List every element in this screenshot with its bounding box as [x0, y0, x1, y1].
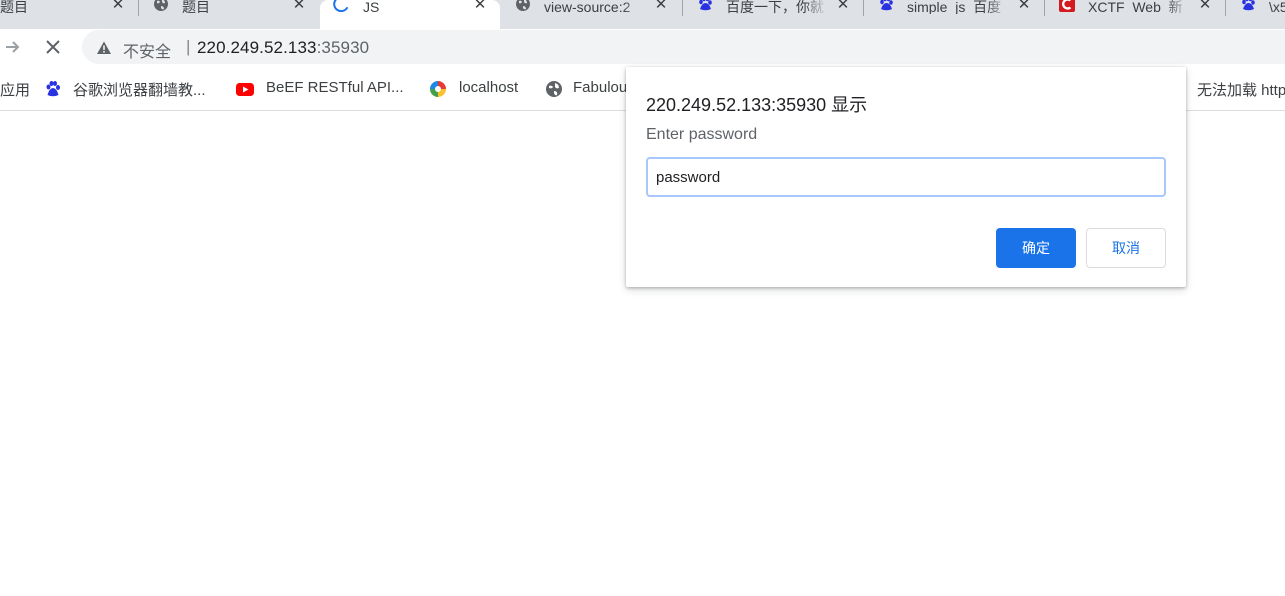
address-bar[interactable]: 不安全 | 220.249.52.133:35930 [82, 30, 1285, 64]
bookmark-label: 谷歌浏览器翻墙教... [73, 82, 206, 99]
bookmark-label: 应用 [0, 82, 31, 99]
close-icon [46, 40, 60, 54]
bookmark-label: localhost [459, 79, 519, 96]
tab-title: 题目 [182, 0, 210, 14]
close-tab-icon[interactable]: ✕ [653, 0, 669, 13]
tab-title-fade [1167, 0, 1189, 29]
dialog-title: 220.249.52.133:35930 显示 [646, 95, 868, 115]
close-tab-icon[interactable]: ✕ [1016, 0, 1032, 13]
baidu-paw-icon [880, 0, 893, 11]
tab-title-fade [805, 0, 827, 29]
tab-title-fade [623, 0, 645, 29]
tab-item[interactable]: 题目 ✕ [0, 0, 138, 29]
close-tab-icon[interactable]: ✕ [291, 0, 307, 13]
close-tab-icon[interactable]: ✕ [472, 0, 488, 13]
url-port: :35930 [316, 38, 370, 57]
bookmark-item[interactable]: Fabulou [545, 78, 628, 98]
bookmark-item[interactable]: BeEF RESTful API... [236, 78, 406, 98]
close-tab-icon[interactable]: ✕ [835, 0, 851, 13]
baidu-paw-icon [699, 0, 712, 11]
bookmark-apps[interactable]: 应用 [0, 78, 31, 99]
prompt-dialog: 220.249.52.133:35930 显示 Enter password 确… [626, 67, 1186, 287]
divider: | [186, 37, 191, 56]
browser-window: 题目 ✕ 题目 ✕ JS ✕ view-source:2 ✕ 百度一下，你就 ✕… [0, 0, 1285, 596]
globe-icon [516, 0, 530, 11]
ok-button[interactable]: 确定 [996, 228, 1076, 268]
stop-loading-button[interactable] [41, 35, 65, 59]
tab-title: JS [363, 0, 380, 14]
bookmark-label: Fabulou [573, 79, 628, 96]
bookmark-item[interactable]: 无法加载 http [1197, 78, 1285, 99]
tab-title: \x5 [1269, 0, 1285, 14]
tab-title: 题目 [0, 0, 28, 14]
tab-item[interactable]: 题目 ✕ [139, 0, 319, 29]
tab-item[interactable]: XCTF_Web_新 ✕ [1045, 0, 1225, 29]
toolbar: 不安全 | 220.249.52.133:35930 [0, 29, 1285, 66]
tab-item[interactable]: view-source:2 ✕ [501, 0, 681, 29]
baidu-paw-icon [1242, 0, 1255, 11]
tab-item[interactable]: \x5 [1226, 0, 1285, 29]
url-host: 220.249.52.133 [197, 38, 317, 57]
tab-item[interactable]: simple_js_百度 ✕ [864, 0, 1044, 29]
tab-item-active[interactable]: JS ✕ [320, 0, 500, 29]
dialog-message: Enter password [646, 126, 758, 143]
colorful-ring-icon [430, 81, 446, 97]
close-tab-icon[interactable]: ✕ [110, 0, 126, 13]
bookmark-label: 无法加载 http [1197, 82, 1285, 99]
xctf-icon [1059, 0, 1075, 12]
globe-icon [154, 0, 168, 11]
forward-arrow-icon [6, 41, 20, 53]
tab-strip: 题目 ✕ 题目 ✕ JS ✕ view-source:2 ✕ 百度一下，你就 ✕… [0, 0, 1285, 29]
tab-title-fade [986, 0, 1008, 29]
warning-icon[interactable] [96, 40, 112, 56]
bookmark-item[interactable]: 谷歌浏览器翻墙教... [44, 78, 214, 99]
bookmark-label: BeEF RESTful API... [266, 79, 404, 96]
loading-spinner-icon [333, 0, 348, 12]
security-label[interactable]: 不安全 [123, 38, 171, 62]
forward-button[interactable] [1, 35, 25, 59]
baidu-paw-icon [44, 80, 62, 98]
youtube-icon [236, 83, 254, 96]
cancel-button[interactable]: 取消 [1086, 228, 1166, 268]
globe-icon [546, 81, 562, 97]
tab-item[interactable]: 百度一下，你就 ✕ [683, 0, 863, 29]
bookmark-item[interactable]: localhost [429, 78, 529, 98]
close-tab-icon[interactable]: ✕ [1197, 0, 1213, 13]
password-input[interactable] [646, 157, 1166, 197]
url-text[interactable]: 220.249.52.133:35930 [197, 38, 369, 58]
